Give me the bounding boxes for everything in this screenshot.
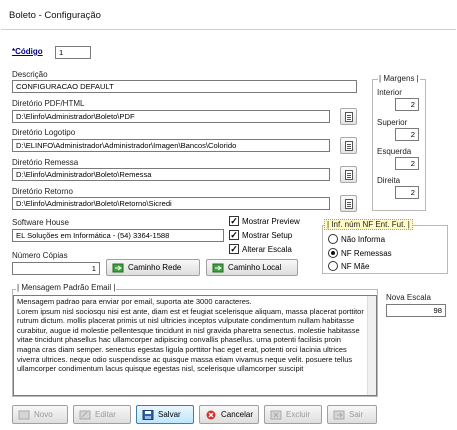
margem-superior-input[interactable]: 2 xyxy=(395,128,419,141)
software-label: Software House xyxy=(12,218,69,227)
caminho-rede-button[interactable]: Caminho Rede xyxy=(106,259,200,276)
alterar-escala-checkbox[interactable]: ✓ Alterar Escala xyxy=(229,244,292,254)
email-textarea[interactable]: Mensagem padrao para enviar por email, s… xyxy=(13,295,377,396)
descricao-input[interactable]: CONFIGURACAO DEFAULT xyxy=(12,80,357,93)
margem-superior-label: Superior xyxy=(377,118,408,127)
delete-icon xyxy=(270,410,282,419)
cancelar-button[interactable]: Cancelar xyxy=(199,405,259,424)
copias-label: Número Cópias xyxy=(12,251,68,260)
margens-title: | Margens | xyxy=(378,74,420,83)
retorno-browse-button[interactable] xyxy=(340,195,357,212)
sair-button[interactable]: Sair xyxy=(327,405,377,424)
save-icon xyxy=(142,409,154,420)
caminho-local-button[interactable]: Caminho Local xyxy=(206,259,298,276)
pdf-browse-button[interactable] xyxy=(340,108,357,125)
logotipo-browse-button[interactable] xyxy=(340,137,357,154)
exit-icon xyxy=(333,410,345,419)
copias-input[interactable]: 1 xyxy=(12,262,100,275)
nf-title: | Inf. núm NF Ent. Fut. | xyxy=(324,219,413,230)
folder-browse-icon xyxy=(344,140,353,151)
nf-option-nao-informa[interactable]: Não Informa xyxy=(328,234,385,244)
margem-interior-input[interactable]: 2 xyxy=(395,98,419,111)
excluir-button[interactable]: Excluir xyxy=(264,405,322,424)
salvar-button[interactable]: Salvar xyxy=(136,405,194,424)
logotipo-input[interactable]: D:\ELINFO\Administrador\Administrador\Im… xyxy=(12,139,330,152)
cancel-icon xyxy=(206,410,216,419)
margem-direita-label: Direita xyxy=(377,176,401,185)
retorno-label: Diretório Retorno xyxy=(12,187,73,196)
window-title: Boleto - Configuração xyxy=(9,10,101,21)
margem-direita-input[interactable]: 2 xyxy=(395,186,419,199)
pdf-input[interactable]: D:\Elinfo\Administrador\Boleto\PDF xyxy=(12,110,330,123)
radio-selected-icon xyxy=(328,248,338,258)
novo-button[interactable]: Novo xyxy=(12,405,68,424)
checkbox-checked-icon: ✓ xyxy=(229,230,239,240)
nova-escala-label: Nova Escala xyxy=(386,293,431,302)
nf-option-nf-mae[interactable]: NF Mãe xyxy=(328,261,369,271)
checkbox-checked-icon: ✓ xyxy=(229,244,239,254)
folder-browse-icon xyxy=(344,111,353,122)
codigo-label: *Código xyxy=(12,47,43,56)
nova-escala-input[interactable]: 98 xyxy=(386,304,446,317)
checkbox-checked-icon: ✓ xyxy=(229,216,239,226)
radio-icon xyxy=(328,261,338,271)
network-path-icon xyxy=(112,263,124,272)
email-title: | Mensagem Padrão Email | xyxy=(16,283,117,292)
remessa-browse-button[interactable] xyxy=(340,166,357,183)
nf-option-nf-remessas[interactable]: NF Remessas xyxy=(328,248,392,258)
folder-browse-icon xyxy=(344,169,353,180)
margem-interior-label: Interior xyxy=(377,88,402,97)
radio-icon xyxy=(328,234,338,244)
margem-esquerda-label: Esquerda xyxy=(377,147,412,156)
remessa-label: Diretório Remessa xyxy=(12,158,79,167)
edit-icon xyxy=(79,410,91,419)
mostrar-preview-checkbox[interactable]: ✓ Mostrar Preview xyxy=(229,216,300,226)
email-scrollbar[interactable] xyxy=(367,296,376,395)
remessa-input[interactable]: D:\Elinfo\Administrador\Boleto\Remessa xyxy=(12,168,330,181)
codigo-input[interactable]: 1 xyxy=(55,46,91,59)
pdf-label: Diretório PDF/HTML xyxy=(12,99,85,108)
folder-browse-icon xyxy=(344,198,353,209)
margem-esquerda-input[interactable]: 2 xyxy=(395,157,419,170)
logotipo-label: Diretório Logotipo xyxy=(12,128,76,137)
editar-button[interactable]: Editar xyxy=(73,405,131,424)
local-path-icon xyxy=(212,263,224,272)
descricao-label: Descrição xyxy=(12,70,48,79)
software-input[interactable]: EL Soluções em Informática - (54) 3364-1… xyxy=(12,229,224,242)
mostrar-setup-checkbox[interactable]: ✓ Mostrar Setup xyxy=(229,230,292,240)
retorno-input[interactable]: D:\Elinfo\Administrador\Boleto\Retorno\S… xyxy=(12,197,330,210)
new-icon xyxy=(18,410,30,419)
